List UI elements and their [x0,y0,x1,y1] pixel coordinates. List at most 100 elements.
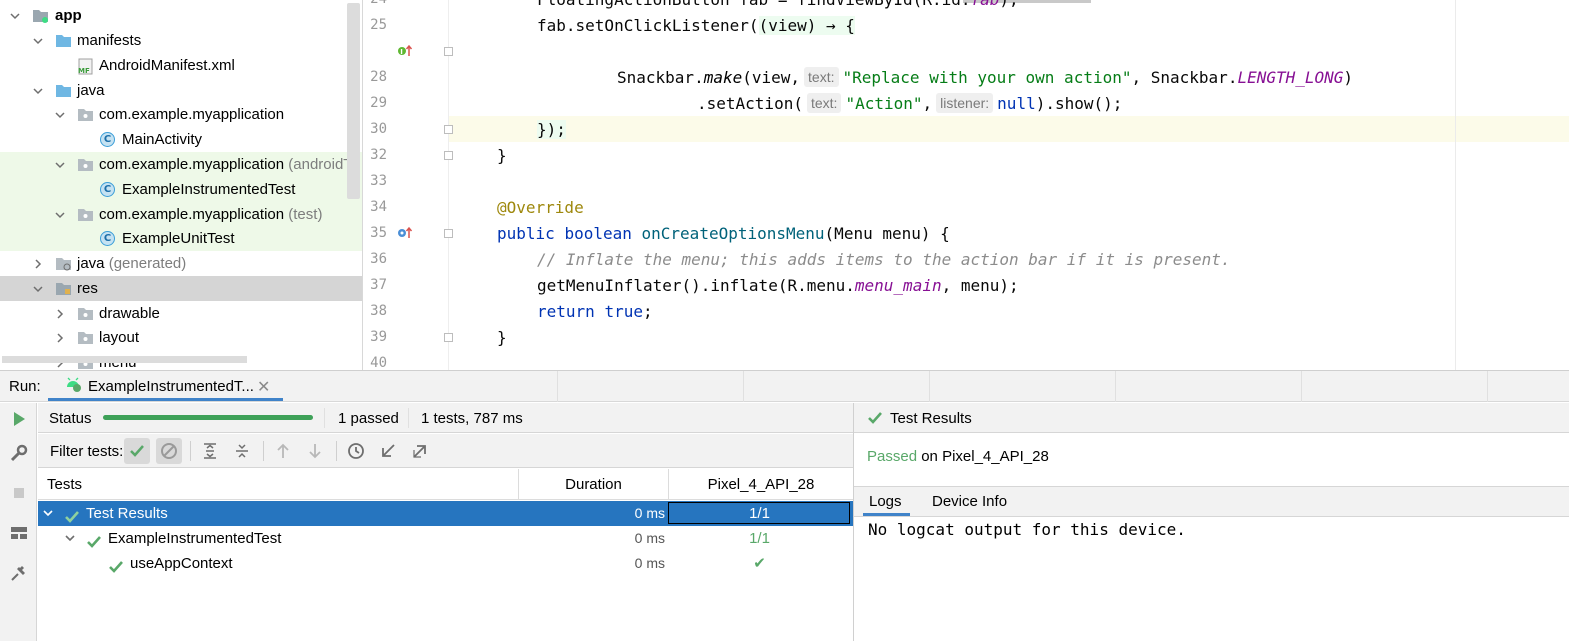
parameter-hint: listener: [936,93,994,113]
export-tests-icon[interactable] [407,438,433,464]
tree-item-java-generated[interactable]: java (generated) [0,251,362,276]
implement-gutter-icon[interactable]: I [397,44,413,62]
run-side-toolbar [0,403,37,641]
divider [336,441,337,461]
import-tests-icon[interactable] [375,438,401,464]
tree-horizontal-scrollbar[interactable] [2,356,247,363]
column-header-duration[interactable]: Duration [518,469,668,500]
test-name: ExampleInstrumentedTest [108,530,282,547]
line-number: 40 [370,355,387,370]
chevron-right-icon[interactable] [53,325,67,350]
layout-icon[interactable] [9,523,29,543]
chevron-down-icon[interactable] [8,3,22,28]
manifest-file-icon: MF [77,58,94,75]
fold-marker-icon[interactable] [444,229,453,238]
code-line: FloatingActionButton fab = findViewById(… [537,0,1019,13]
project-tree: app manifests MF AndroidManifest.xml jav… [0,0,363,370]
line-number: 39 [370,329,387,345]
tree-item-exampleinstrumentedtest[interactable]: C ExampleInstrumentedTest [0,177,362,202]
tree-item-package-androidtest[interactable]: com.example.myapplication (androidTe [0,152,362,177]
fold-marker-icon[interactable] [444,47,453,56]
svg-text:I: I [400,48,403,56]
run-tab-label: ExampleInstrumentedT... [88,378,254,395]
code-line: } [497,328,507,347]
tree-item-app[interactable]: app [0,3,362,28]
next-failed-icon[interactable] [302,438,328,464]
code-editor[interactable]: 24 25 28 29 30 32 33 34 35 36 37 38 39 4… [363,0,1569,370]
test-details-panel: Test Results Passed on Pixel_4_API_28 Lo… [853,403,1569,641]
fold-marker-icon[interactable] [444,333,453,342]
svg-text:MF: MF [78,67,90,75]
chevron-down-icon[interactable] [53,202,67,227]
package-icon [77,206,94,223]
chevron-down-icon[interactable] [53,152,67,177]
close-icon[interactable]: ✕ [257,377,270,397]
tree-item-package-main[interactable]: com.example.myapplication [0,102,362,127]
tree-vertical-scrollbar[interactable] [347,3,360,199]
table-row[interactable]: useAppContext 0 ms ✔ [38,551,853,576]
tree-item-label: manifests [77,32,142,49]
table-row[interactable]: ExampleInstrumentedTest 0 ms 1/1 [38,526,853,551]
tree-item-java[interactable]: java [0,78,362,103]
test-name: Test Results [86,505,168,522]
tree-item-mainactivity[interactable]: C MainActivity [0,127,362,152]
device-result: 1/1 [749,505,770,522]
tree-item-exampleunittest[interactable]: C ExampleUnitTest [0,226,362,251]
chevron-right-icon[interactable] [31,251,45,276]
stop-icon[interactable] [9,483,29,503]
tree-item-res[interactable]: res [0,276,362,301]
filter-toolbar: Filter tests: [38,434,853,468]
right-margin-guide [1455,0,1456,370]
package-icon [77,106,94,123]
tests-summary: 1 tests, 787 ms [421,410,523,427]
test-progress-bar [103,415,313,420]
collapse-all-icon[interactable] [229,438,255,464]
expand-all-icon[interactable] [197,438,223,464]
table-row[interactable]: Test Results 0 ms 1/1 [38,501,853,526]
divider [1487,371,1488,402]
tree-item-androidmanifest[interactable]: MF AndroidManifest.xml [0,53,362,78]
tree-item-label: com.example.myapplication [99,106,285,123]
tree-item-package-test[interactable]: com.example.myapplication (test) [0,202,362,227]
chevron-down-icon[interactable] [31,78,45,103]
show-passed-icon[interactable] [124,438,150,464]
code-line: public boolean onCreateOptionsMenu(Menu … [497,224,950,243]
divider [324,408,325,428]
wrench-icon[interactable] [9,443,29,463]
resource-folder-icon [55,280,72,297]
line-number: 32 [370,147,387,163]
test-progress-fill [103,415,313,420]
tree-item-label: res [77,280,98,297]
code-line: .setAction(text: "Action", listener: null).… [697,93,1123,113]
tab-device-info[interactable]: Device Info [932,487,1007,517]
fold-marker-icon[interactable] [444,125,453,134]
chevron-down-icon[interactable] [31,276,45,301]
tree-item-drawable[interactable]: drawable [0,301,362,326]
chevron-down-icon[interactable] [31,28,45,53]
previous-failed-icon[interactable] [270,438,296,464]
tree-item-label: MainActivity [122,131,203,148]
fold-marker-icon[interactable] [444,151,453,160]
tree-item-label: AndroidManifest.xml [99,57,235,74]
line-number: 34 [370,199,387,215]
test-class-icon: C [100,182,115,197]
tree-item-manifests[interactable]: manifests [0,28,362,53]
device-result: ✔ [753,555,766,572]
chevron-right-icon[interactable] [53,301,67,326]
divider [1115,371,1116,402]
column-header-device[interactable]: Pixel_4_API_28 [668,469,853,500]
chevron-down-icon[interactable] [53,102,67,127]
line-number: 24 [363,0,387,7]
line-number: 30 [370,121,387,137]
column-header-tests[interactable]: Tests [38,469,518,500]
code-line: getMenuInflater().inflate(R.menu.menu_ma… [537,276,1019,295]
rerun-icon[interactable] [9,409,29,429]
tree-item-layout[interactable]: layout [0,325,362,350]
code-line: return true; [537,302,653,321]
show-ignored-icon[interactable] [156,438,182,464]
history-icon[interactable] [343,438,369,464]
passed-device: on Pixel_4_API_28 [921,448,1049,465]
override-gutter-icon[interactable] [397,226,413,244]
pin-icon[interactable] [9,563,29,583]
filter-label: Filter tests: [50,443,124,460]
